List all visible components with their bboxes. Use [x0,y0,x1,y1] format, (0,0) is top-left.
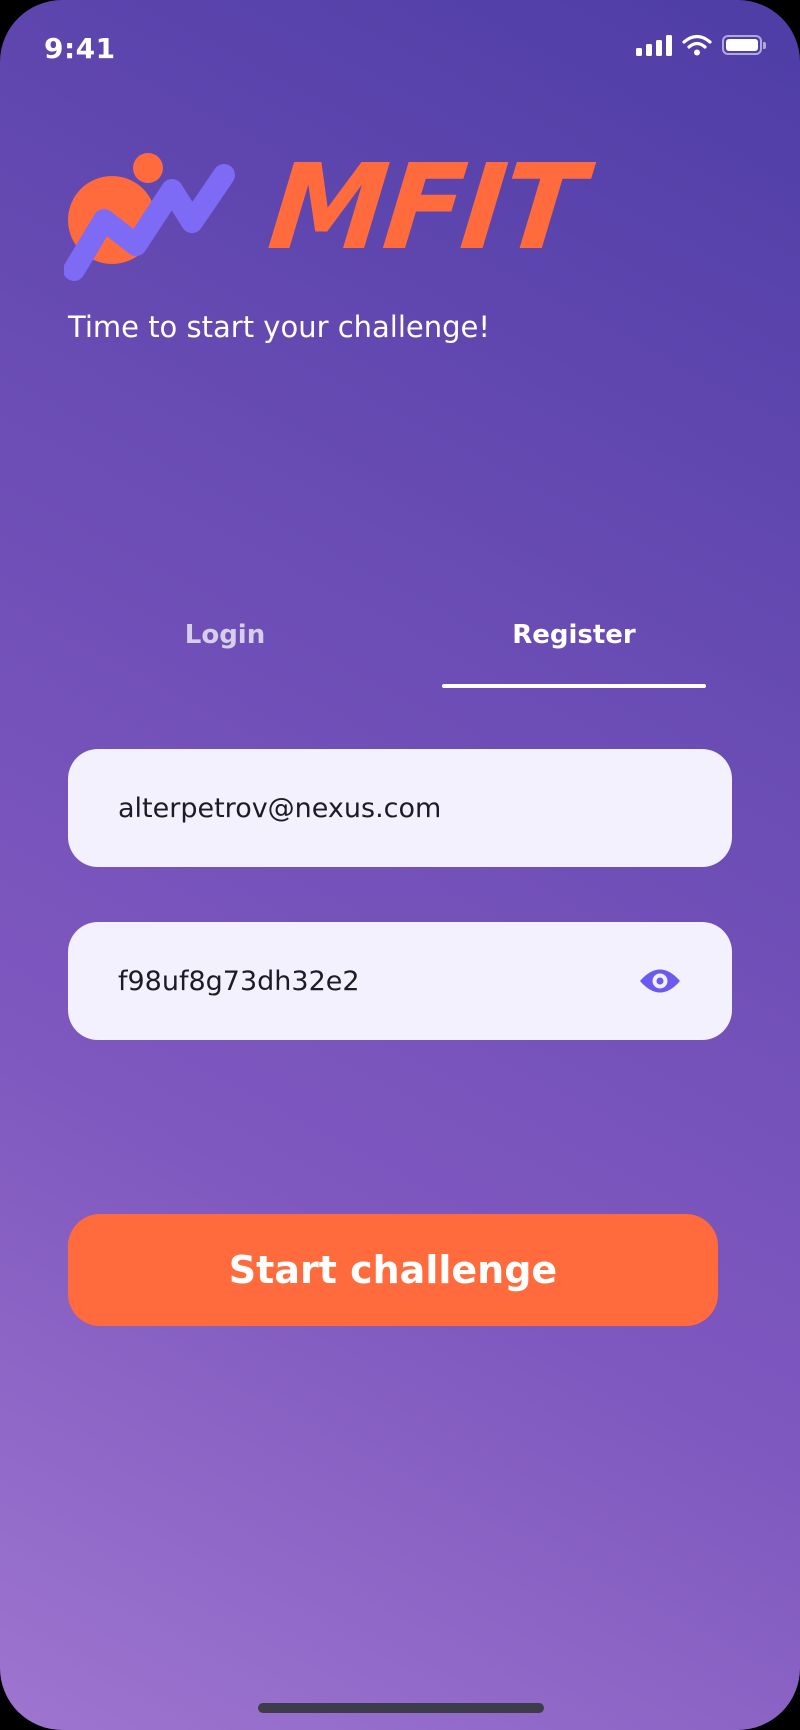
password-field-container [68,922,732,1040]
phone-screen: 9:41 MFIT Time to start your challenge! … [0,0,800,1730]
eye-icon[interactable] [638,964,682,998]
email-field[interactable] [118,792,682,824]
wifi-icon [682,34,712,56]
tab-register[interactable]: Register [442,620,706,680]
tagline: Time to start your challenge! [68,310,491,344]
battery-icon [722,35,766,55]
status-icons [636,34,766,56]
active-tab-indicator [442,684,706,688]
start-challenge-button[interactable]: Start challenge [68,1214,718,1326]
home-indicator [258,1703,544,1713]
email-field-container [68,749,732,867]
password-field[interactable] [118,965,628,997]
status-time: 9:41 [44,32,116,65]
tab-login[interactable]: Login [100,620,350,680]
signal-icon [636,34,672,56]
runner-logo-icon [64,153,235,281]
brand-wordmark: MFIT [262,138,588,276]
